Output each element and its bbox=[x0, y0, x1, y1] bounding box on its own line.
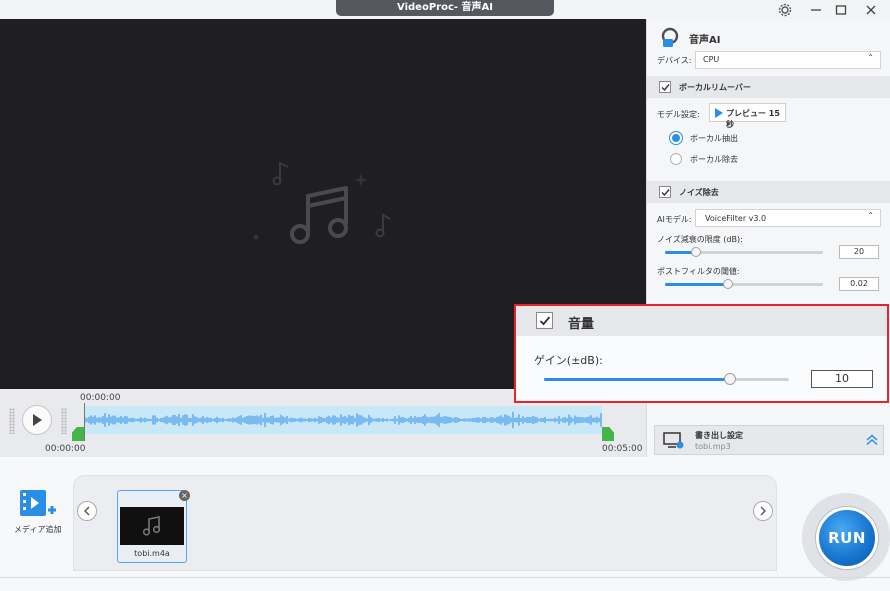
volume-title: 音量 bbox=[568, 317, 595, 332]
model-label: モデル設定: bbox=[657, 110, 700, 119]
updown-chevron-icon: ⌃ bbox=[867, 211, 874, 220]
noise-title: ノイズ除去 bbox=[679, 188, 719, 197]
preview-15s-button[interactable]: プレビュー 15秒 bbox=[709, 103, 786, 129]
vocal-remover-title: ボーカルリムーバー bbox=[679, 83, 751, 92]
ai-model-select[interactable]: VoiceFilter v3.0 ⌃ bbox=[695, 209, 881, 227]
device-value: CPU bbox=[703, 55, 720, 64]
check-icon bbox=[539, 315, 550, 325]
small-note-icon bbox=[375, 213, 391, 238]
radio-vocal-extract[interactable] bbox=[670, 132, 682, 144]
music-note-icon bbox=[290, 186, 348, 244]
chevron-right-icon bbox=[760, 506, 766, 516]
radio-vocal-remove[interactable] bbox=[670, 153, 682, 165]
updown-chevron-icon: ⌃ bbox=[867, 53, 874, 62]
gain-label: ゲイン(±dB): bbox=[534, 354, 603, 367]
sparkle-icon bbox=[354, 173, 368, 187]
playhead-line[interactable] bbox=[84, 403, 85, 441]
small-note-icon bbox=[272, 161, 289, 186]
play-icon bbox=[33, 414, 42, 426]
volume-callout: 音量 ゲイン(±dB): 10 bbox=[514, 304, 889, 403]
check-icon bbox=[661, 83, 670, 91]
media-item[interactable]: tobi.m4a bbox=[117, 490, 187, 563]
audio-ai-icon bbox=[661, 27, 679, 47]
check-icon bbox=[661, 188, 670, 196]
postfilter-label: ポストフィルタの閾値: bbox=[657, 267, 740, 276]
noise-reduction-knob[interactable] bbox=[691, 247, 701, 257]
option-vocal-extract: ボーカル抽出 bbox=[690, 134, 738, 143]
add-media-label: メディア追加 bbox=[14, 525, 62, 534]
window-title: VideoProc- 音声AI bbox=[336, 0, 554, 16]
noise-reduction-label: ノイズ減衰の限度 (dB): bbox=[657, 235, 743, 244]
noise-reduction-slider[interactable] bbox=[665, 247, 823, 257]
gain-value[interactable]: 10 bbox=[811, 370, 873, 388]
postfilter-knob[interactable] bbox=[723, 279, 733, 289]
waveform bbox=[84, 411, 602, 429]
chevron-left-icon bbox=[84, 506, 90, 516]
remove-media-icon[interactable]: × bbox=[179, 490, 190, 501]
play-icon bbox=[715, 108, 723, 118]
add-media-button[interactable] bbox=[18, 488, 58, 518]
gain-slider[interactable] bbox=[544, 373, 789, 385]
noise-checkbox[interactable] bbox=[659, 186, 671, 198]
ai-model-label: AIモデル: bbox=[657, 215, 692, 224]
maximize-icon[interactable] bbox=[830, 1, 852, 18]
double-chevron-up-icon[interactable] bbox=[866, 434, 878, 446]
dot-decoration bbox=[253, 234, 259, 240]
title-bar: VideoProc- 音声AI bbox=[0, 0, 890, 19]
export-filename: tobi.mp3 bbox=[695, 442, 731, 451]
device-label: デバイス: bbox=[657, 56, 692, 65]
right-grip[interactable] bbox=[61, 408, 67, 434]
play-button[interactable] bbox=[22, 405, 52, 435]
playhead-time: 00:00:00 bbox=[80, 393, 121, 403]
gain-knob[interactable] bbox=[724, 373, 737, 385]
ai-model-value: VoiceFilter v3.0 bbox=[705, 214, 767, 223]
waveform-track[interactable] bbox=[84, 406, 602, 434]
media-filename: tobi.m4a bbox=[134, 549, 170, 558]
media-thumbnail bbox=[120, 507, 184, 545]
run-button[interactable]: RUN bbox=[816, 507, 878, 569]
minimize-icon[interactable] bbox=[805, 1, 827, 18]
end-time: 00:05:00 bbox=[602, 444, 643, 454]
scroll-left-button[interactable] bbox=[77, 501, 97, 521]
export-title: 書き出し設定 bbox=[695, 431, 743, 440]
postfilter-slider[interactable] bbox=[665, 279, 823, 289]
postfilter-value[interactable]: 0.02 bbox=[839, 277, 879, 291]
vocal-remover-checkbox[interactable] bbox=[659, 81, 671, 93]
noise-reduction-value[interactable]: 20 bbox=[839, 245, 879, 259]
settings-gear-icon[interactable] bbox=[774, 1, 796, 18]
scroll-right-button[interactable] bbox=[753, 501, 773, 521]
preview-button-label: プレビュー 15秒 bbox=[726, 109, 780, 129]
left-grip[interactable] bbox=[9, 408, 15, 434]
export-settings-bar[interactable]: 書き出し設定 tobi.mp3 bbox=[654, 425, 884, 455]
volume-checkbox[interactable] bbox=[536, 312, 553, 329]
option-vocal-remove: ボーカル除去 bbox=[690, 155, 738, 164]
device-select[interactable]: CPU ⌃ bbox=[695, 51, 881, 69]
music-note-icon bbox=[142, 516, 161, 536]
panel-title: 音声AI bbox=[689, 35, 721, 46]
footer-divider bbox=[0, 577, 890, 578]
monitor-settings-icon bbox=[663, 432, 684, 449]
add-media-icon bbox=[20, 490, 56, 516]
close-icon[interactable] bbox=[860, 1, 882, 18]
start-time: 00:00:00 bbox=[45, 444, 86, 454]
